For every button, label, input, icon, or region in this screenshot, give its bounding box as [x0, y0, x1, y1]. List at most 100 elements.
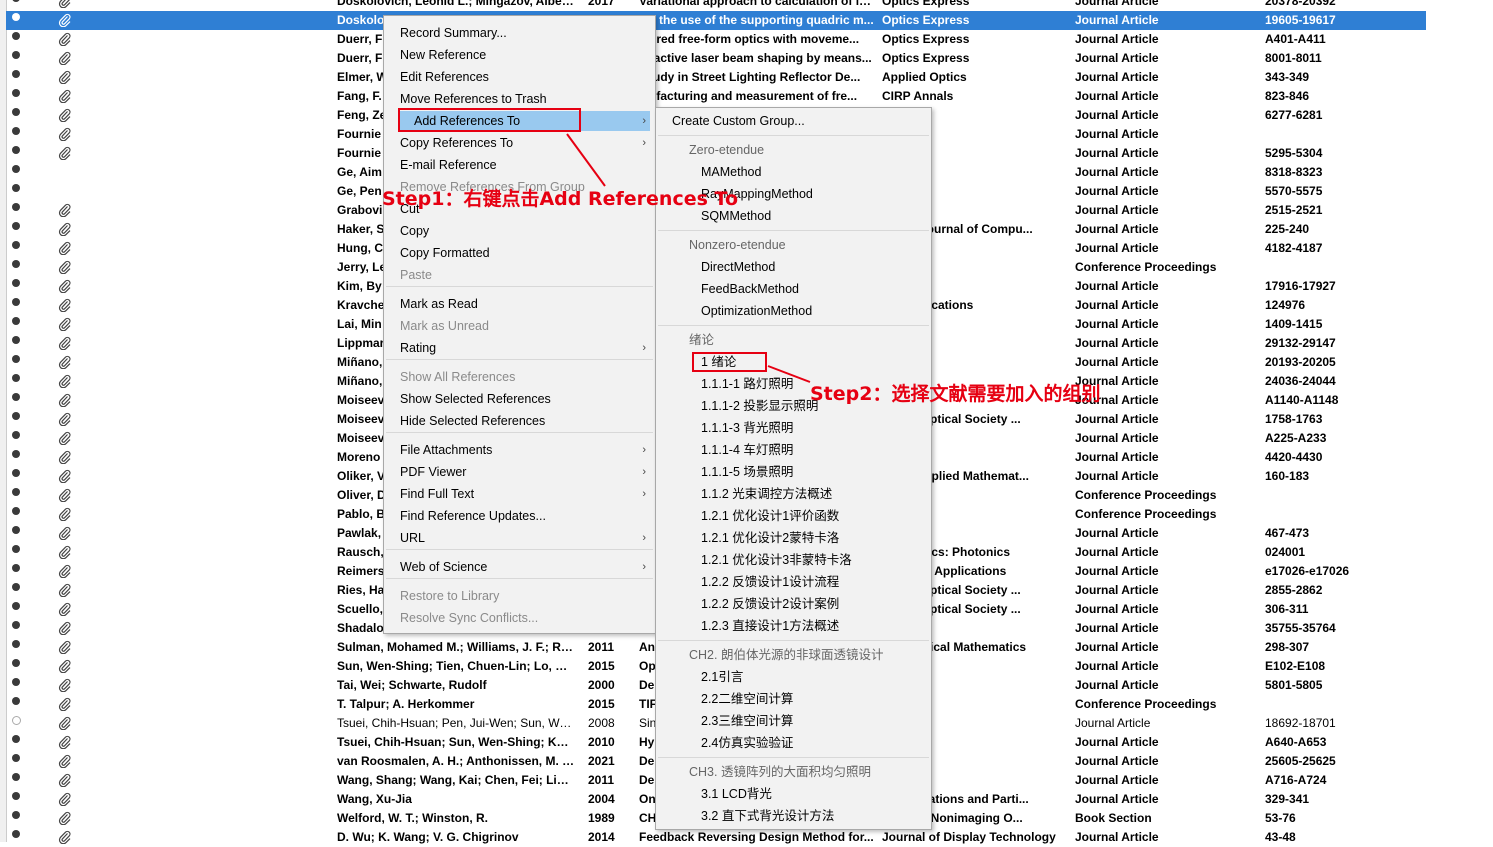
unread-status-icon[interactable]	[12, 355, 20, 363]
group-item[interactable]: 2.1引言	[701, 667, 921, 687]
unread-status-icon[interactable]	[12, 583, 20, 591]
unread-status-icon[interactable]	[12, 507, 20, 515]
table-row[interactable]: Doskolovich, Leonid L.; Moiseev, Mikhail…	[6, 11, 1426, 30]
menu-item-move-references-to-trash[interactable]: Move References to Trash	[400, 89, 650, 109]
unread-status-icon[interactable]	[12, 108, 20, 116]
unread-status-icon[interactable]	[12, 203, 20, 211]
menu-item-hide-selected-references[interactable]: Hide Selected References	[400, 411, 650, 431]
year-cell: 2008	[588, 716, 615, 730]
group-item[interactable]: 1.1.1-4 车灯照明	[701, 440, 921, 460]
group-item[interactable]: FeedBackMethod	[701, 279, 921, 299]
menu-item-find-full-text[interactable]: Find Full Text ›	[400, 484, 650, 504]
unread-status-icon[interactable]	[12, 450, 20, 458]
group-item[interactable]: 2.3三维空间计算	[701, 711, 921, 731]
unread-status-icon[interactable]	[12, 317, 20, 325]
unread-status-icon[interactable]	[12, 735, 20, 743]
unread-status-icon[interactable]	[12, 602, 20, 610]
unread-status-icon[interactable]	[12, 89, 20, 97]
author-cell: Tsuei, Chih-Hsuan; Pen, Jui-Wen; Sun, We…	[337, 716, 575, 730]
group-item[interactable]: 1.1.1-5 场景照明	[701, 462, 921, 482]
menu-item-edit-references[interactable]: Edit References	[400, 67, 650, 87]
group-item[interactable]: 1.2.2 反馈设计2设计案例	[701, 594, 921, 614]
unread-status-icon[interactable]	[12, 241, 20, 249]
unread-status-icon[interactable]	[12, 659, 20, 667]
menu-item-e-mail-reference[interactable]: E-mail Reference	[400, 155, 650, 175]
unread-status-icon[interactable]	[12, 754, 20, 762]
menu-item-file-attachments[interactable]: File Attachments ›	[400, 440, 650, 460]
unread-status-icon[interactable]	[12, 279, 20, 287]
table-row[interactable]: Fang, F. ...ufacturing and measurement of…	[6, 87, 1426, 106]
unread-status-icon[interactable]	[12, 0, 20, 2]
group-item[interactable]: 1.2.3 直接设计1方法概述	[701, 616, 921, 636]
unread-status-icon[interactable]	[12, 564, 20, 572]
menu-item-rating[interactable]: Rating ›	[400, 338, 650, 358]
group-item[interactable]: 1.2.1 优化设计3非蒙特卡洛	[701, 550, 921, 570]
table-row[interactable]: Duerr, F ...ored free-form optics with mo…	[6, 30, 1426, 49]
menu-item-copy-references-to[interactable]: Copy References To ›	[400, 133, 650, 153]
unread-status-icon[interactable]	[12, 51, 20, 59]
paperclip-icon	[58, 51, 72, 65]
unread-status-icon[interactable]	[12, 32, 20, 40]
group-item[interactable]: 1.2.1 优化设计1评价函数	[701, 506, 921, 526]
group-item[interactable]: 2.4仿真实验验证	[701, 733, 921, 753]
menu-item-show-selected-references[interactable]: Show Selected References	[400, 389, 650, 409]
unread-status-icon[interactable]	[12, 127, 20, 135]
unread-status-icon[interactable]	[12, 70, 20, 78]
unread-status-icon[interactable]	[12, 298, 20, 306]
unread-status-icon[interactable]	[12, 431, 20, 439]
menu-item-copy-formatted[interactable]: Copy Formatted	[400, 243, 650, 263]
group-item[interactable]: 1.2.2 反馈设计1设计流程	[701, 572, 921, 592]
menu-item-copy[interactable]: Copy	[400, 221, 650, 241]
group-item[interactable]: MAMethod	[701, 162, 921, 182]
unread-status-icon[interactable]	[12, 678, 20, 686]
unread-status-icon[interactable]	[12, 792, 20, 800]
group-item[interactable]: 3.2 直下式背光设计方法	[701, 806, 921, 826]
reference-type-cell: Journal Article	[1075, 602, 1159, 616]
unread-status-icon[interactable]	[12, 488, 20, 496]
unread-status-icon[interactable]	[12, 393, 20, 401]
unread-status-icon[interactable]	[12, 640, 20, 648]
unread-status-icon[interactable]	[12, 165, 20, 173]
unread-status-icon[interactable]	[12, 412, 20, 420]
menu-item-record-summary[interactable]: Record Summary...	[400, 23, 650, 43]
unread-status-icon[interactable]	[12, 260, 20, 268]
unread-status-icon[interactable]	[12, 621, 20, 629]
group-item[interactable]: 3.1 LCD背光	[701, 784, 921, 804]
group-item[interactable]: OptimizationMethod	[701, 301, 921, 321]
menu-item-url[interactable]: URL ›	[400, 528, 650, 548]
group-item[interactable]: DirectMethod	[701, 257, 921, 277]
table-row[interactable]: Doskolovich, Leonid L.; Mingazov, Albert…	[6, 0, 1426, 11]
unread-status-icon[interactable]	[12, 830, 20, 838]
unread-status-icon[interactable]	[12, 146, 20, 154]
group-item[interactable]: 1.1.1-3 背光照明	[701, 418, 921, 438]
unread-status-icon[interactable]	[12, 336, 20, 344]
menu-item-new-reference[interactable]: New Reference	[400, 45, 650, 65]
unread-status-icon[interactable]	[12, 469, 20, 477]
unread-status-icon[interactable]	[12, 526, 20, 534]
read-status-icon[interactable]	[12, 716, 21, 725]
unread-status-icon[interactable]	[12, 184, 20, 192]
menu-item-web-of-science[interactable]: Web of Science ›	[400, 557, 650, 577]
pages-cell: 8001-8011	[1265, 51, 1322, 65]
menu-item-label: Restore to Library	[400, 589, 500, 603]
unread-status-icon[interactable]	[12, 697, 20, 705]
menu-item-mark-as-read[interactable]: Mark as Read	[400, 294, 650, 314]
reference-type-cell: Journal Article	[1075, 241, 1159, 255]
unread-status-icon[interactable]	[12, 13, 20, 21]
unread-status-icon[interactable]	[12, 222, 20, 230]
unread-status-icon[interactable]	[12, 545, 20, 553]
year-cell: 2004	[588, 792, 615, 806]
unread-status-icon[interactable]	[12, 773, 20, 781]
group-item[interactable]: 2.2二维空间计算	[701, 689, 921, 709]
table-row[interactable]: D. Wu; K. Wang; V. G. Chigrinov 2014 Feedb…	[6, 828, 1426, 847]
unread-status-icon[interactable]	[12, 374, 20, 382]
group-item[interactable]: 1.2.1 优化设计2蒙特卡洛	[701, 528, 921, 548]
unread-status-icon[interactable]	[12, 811, 20, 819]
menu-item-label: Find Full Text	[400, 487, 475, 501]
menu-item-pdf-viewer[interactable]: PDF Viewer ›	[400, 462, 650, 482]
table-row[interactable]: Elmer, W ...tudy in Street Lighting Refle…	[6, 68, 1426, 87]
group-item[interactable]: 1.1.2 光束调控方法概述	[701, 484, 921, 504]
menu-item-find-reference-updates[interactable]: Find Reference Updates...	[400, 506, 650, 526]
menu-item-create-custom-group[interactable]: Create Custom Group...	[672, 111, 922, 131]
table-row[interactable]: Duerr, F ...ractive laser beam shaping by…	[6, 49, 1426, 68]
